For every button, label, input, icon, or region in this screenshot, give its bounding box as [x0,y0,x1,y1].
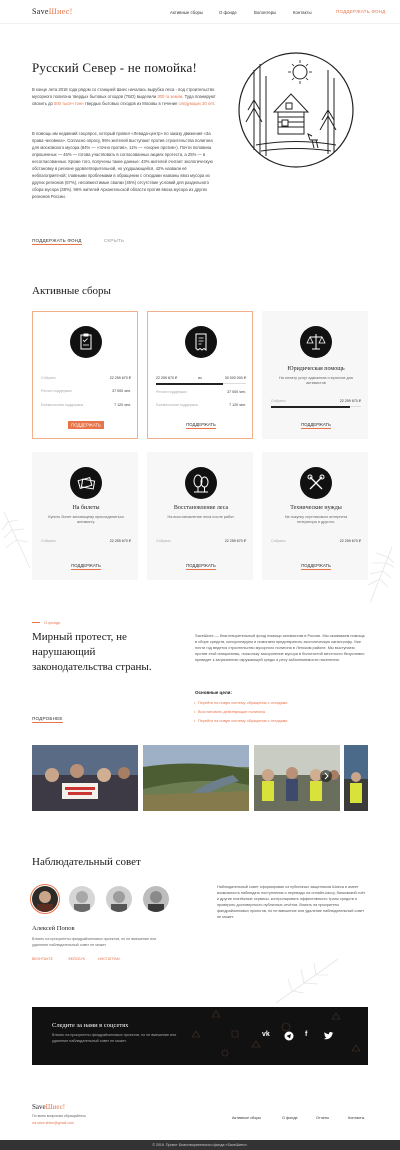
gallery-photo[interactable] [32,745,138,811]
nav-volunteers[interactable]: Волонтеры [254,10,276,15]
member-description: Влиять на приоритеты фандрайзинговых про… [32,937,157,947]
receipt-icon [185,326,217,358]
support-button[interactable]: ПОДДЕРЖАТЬ [33,420,139,429]
member-instagram-link[interactable]: ИНСТАГРАМ [98,957,120,961]
council-description: Наблюдательный совет сформирован из публ… [217,885,366,919]
footer-nav-reports[interactable]: Отчеты [316,1116,329,1120]
telegram-icon[interactable] [284,1031,294,1043]
card-description: На оплату услуг адвокатов и юристов для … [279,376,353,385]
member-vk-link[interactable]: ВКОНТАКТЕ [32,957,53,961]
active-collections-title: Активные сборы [32,285,111,297]
site-header: SaveШиес! Активные сборы О фонде Волонте… [0,0,400,24]
clipboard-icon [70,326,102,358]
support-button[interactable]: ПОДДЕРЖАТЬ [263,422,369,429]
card-title: Восстановление леса [173,505,229,511]
footer-nav-about[interactable]: О фонде [282,1116,298,1120]
nav-contacts[interactable]: Контакты [293,10,312,15]
card-title: На билеты [72,505,100,511]
tools-icon [300,467,332,499]
support-fund-link[interactable]: ПОДДЕРЖАТЬ ФОНД [32,238,82,245]
goal-link[interactable]: Перейти на новую систему обращения с отх… [194,719,287,723]
vk-icon[interactable]: vk [262,1031,270,1038]
footer-email-link[interactable]: на save.shies@gmail.com [32,1121,74,1125]
avatar[interactable] [69,886,95,912]
support-button[interactable]: ПОДДЕРЖАТЬ [263,563,369,570]
hero-title: Русский Север - не помойка! [32,60,197,75]
support-button[interactable]: ПОДДЕРЖАТЬ [148,563,254,570]
goal-link[interactable]: Восстановить действующие полигоны [194,710,265,714]
pine-branch-decoration [367,546,395,604]
pine-branch-decoration [1,511,31,569]
support-button[interactable]: ПОДДЕРЖАТЬ [33,563,139,570]
gallery-photo[interactable] [344,745,368,811]
hero-paragraph-1: В конце лета 2018 года рядом со станцией… [32,87,216,106]
logo[interactable]: SaveШиес! [32,7,73,16]
stat-row: Собрано 22 259 670 ₽ [41,539,131,543]
collection-card[interactable]: Юридическая помощь На оплату услуг адвок… [262,311,368,439]
twitter-icon[interactable] [323,1031,334,1043]
stat-row: Собрано 22 259 670 ₽ [271,539,361,543]
copyright-text: © 2019. Проект Благотворительного фонда … [152,1142,248,1147]
footer-nav-active[interactable]: Активные сборы [232,1116,261,1120]
council-title: Наблюдательный совет [32,856,141,868]
copyright-bar: © 2019. Проект Благотворительного фонда … [0,1140,400,1150]
facebook-icon[interactable]: f [305,1031,307,1038]
nav-about[interactable]: О фонде [219,10,237,15]
about-kicker: О фонде [32,620,61,625]
progress-bar [156,382,246,385]
collection-card[interactable]: На билеты Купить билет желающему присоед… [32,452,138,580]
stat-row: Собрано 22 259 670 ₽ [156,539,246,543]
trees-icon [185,467,217,499]
card-title: Технические нужды [290,505,342,511]
scales-icon [300,326,332,358]
chevron-right-icon [324,772,329,780]
stat-row: Регион поддержки 37 000 чел. [41,389,131,393]
hide-link[interactable]: СКРЫТЬ [104,238,124,243]
footer-contact-text: По всем вопросам обращайтесь [32,1114,87,1118]
footer-logo[interactable]: SaveШиес! [32,1103,65,1111]
stat-row: Ежемесячная поддержка 7 120 чел. [156,403,246,407]
avatar[interactable] [106,886,132,912]
about-paragraph: SaveШиес — благотворительный фонд помощи… [195,633,365,662]
card-description: На восстановление леса после работ. [167,515,235,519]
collection-card[interactable]: 22 259 670 ₽ из 30 000 000 ₽ Регион поддер… [147,311,253,439]
gallery-photo[interactable] [143,745,249,811]
stat-row: Регион поддержки 37 000 чел. [156,390,246,394]
stat-row: Собрано 22 259 670 ₽ [41,376,131,380]
avatar[interactable] [143,886,169,912]
goal-range: 22 259 670 ₽ из 30 000 000 ₽ [156,376,246,380]
social-description: Влиять на приоритеты фандрайзинговых про… [52,1033,177,1043]
collection-card[interactable]: Восстановление леса На восстановление ле… [147,452,253,580]
support-button[interactable]: ПОДДЕРЖАТЬ [148,422,254,429]
support-fund-header-button[interactable]: ПОДДЕРЖАТЬ ФОНД [336,9,386,14]
goal-link[interactable]: Перейти на новую систему обращения с отх… [194,701,287,705]
stat-row: Ежемесячная поддержка 7 120 чел. [41,403,131,407]
card-title: Юридическая помощь [287,366,345,372]
goals-title: Основные цели: [195,690,232,695]
progress-bar [271,405,361,408]
card-description: На покупку спутникового интернета генера… [284,515,348,524]
social-title: Следите за нами в соцсетях [52,1022,129,1029]
hero-paragraph-2: В помощь им недавний соцопрос, который п… [32,131,213,199]
pine-branch-decoration [275,958,339,1004]
nav-active[interactable]: Активные сборы [170,10,203,15]
collection-card[interactable]: Собрано 22 259 670 ₽ Регион поддержки 37 0… [32,311,138,439]
avatar[interactable] [30,884,60,914]
card-description: Купить билет желающему присоединиться ак… [48,515,124,524]
member-facebook-link[interactable]: ФЕЙСБУК [68,957,85,961]
collection-card[interactable]: Технические нужды На покупку спутниковог… [262,452,368,580]
footer-nav-contacts[interactable]: Контакты [348,1116,364,1120]
about-title: Мирный протест, не нарушающий законодате… [32,631,152,673]
more-link[interactable]: ПОДРОБНЕЕ [32,716,63,723]
tickets-icon [70,467,102,499]
forest-house-illustration [238,52,354,168]
member-name: Алексей Попов [32,925,75,932]
stat-row: Собрано 22 259 670 ₽ [271,399,361,403]
social-block: Следите за нами в соцсетях Влиять на при… [32,1007,368,1065]
gallery-next-button[interactable] [320,770,332,782]
